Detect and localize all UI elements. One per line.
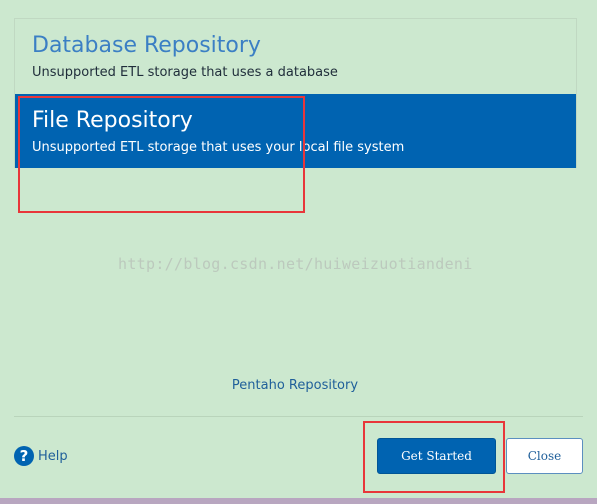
repo-description: Unsupported ETL storage that uses your l… xyxy=(32,140,405,155)
repo-title: Database Repository xyxy=(32,33,261,58)
watermark: http://blog.csdn.net/huiweizuotiandeni xyxy=(118,255,473,273)
get-started-button[interactable]: Get Started xyxy=(377,438,496,474)
repo-description: Unsupported ETL storage that uses a data… xyxy=(32,65,338,80)
pentaho-repository-link[interactable]: Pentaho Repository xyxy=(0,378,590,393)
help-icon: ? xyxy=(14,446,34,466)
help-label: Help xyxy=(38,448,68,464)
repository-list: Database Repository Unsupported ETL stor… xyxy=(14,18,577,168)
footer-divider xyxy=(14,416,583,417)
close-button[interactable]: Close xyxy=(506,438,583,474)
repo-item-file[interactable]: File Repository Unsupported ETL storage … xyxy=(15,94,576,168)
window-bottom-edge xyxy=(0,498,597,504)
repository-dialog: Database Repository Unsupported ETL stor… xyxy=(0,0,597,504)
repo-item-database[interactable]: Database Repository Unsupported ETL stor… xyxy=(15,19,576,93)
repo-title: File Repository xyxy=(32,108,193,133)
help-link[interactable]: ? Help xyxy=(14,445,68,467)
